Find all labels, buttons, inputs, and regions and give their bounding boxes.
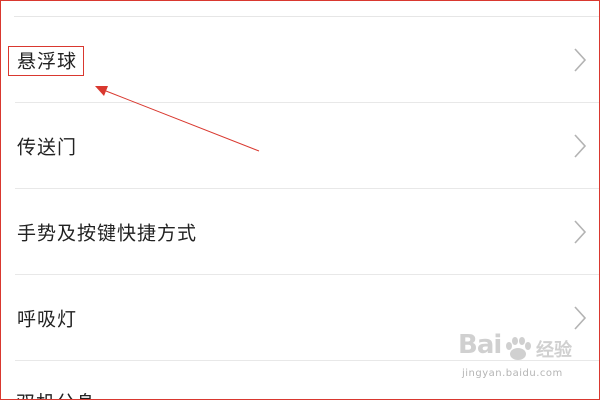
settings-item-label: 传送门: [17, 136, 78, 159]
settings-item-label: 呼吸灯: [17, 308, 78, 331]
annotation-highlight-box: [8, 46, 84, 76]
watermark-cn: 经验: [536, 340, 572, 361]
baidu-paw-icon: [506, 337, 531, 360]
watermark-url: jingyan.baidu.com: [462, 368, 563, 379]
top-strip: [1, 1, 599, 17]
chevron-right-icon: [574, 220, 587, 244]
settings-item-partial[interactable]: 双机分身: [16, 388, 96, 400]
chevron-right-icon: [574, 134, 587, 158]
chevron-right-icon: [574, 48, 587, 72]
settings-item-gesture-shortcuts[interactable]: 手势及按键快捷方式: [1, 189, 599, 275]
watermark-brand: Bai: [458, 330, 502, 360]
watermark: Bai 经验 jingyan.baidu.com: [448, 330, 596, 386]
settings-item-portal[interactable]: 传送门: [1, 103, 599, 189]
chevron-right-icon: [574, 306, 587, 330]
settings-item-label: 手势及按键快捷方式: [17, 222, 198, 245]
settings-item-floating-ball[interactable]: 悬浮球: [1, 17, 599, 103]
